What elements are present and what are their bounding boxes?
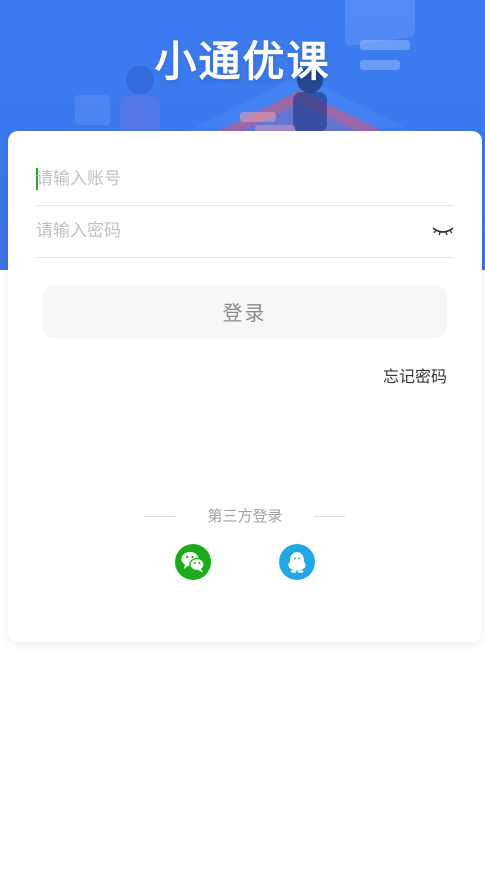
password-input[interactable] (36, 215, 416, 247)
third-party-login-divider: 第三方登录 (8, 505, 482, 529)
password-field (36, 205, 454, 258)
divider-line-right (314, 516, 345, 517)
third-party-login-label: 第三方登录 (207, 507, 283, 525)
wechat-icon (181, 552, 205, 573)
account-field (36, 153, 454, 206)
qq-login-button[interactable] (279, 544, 315, 580)
wechat-login-button[interactable] (175, 544, 211, 580)
account-input[interactable] (36, 163, 416, 195)
forgot-password-link[interactable]: 忘记密码 (383, 363, 447, 387)
eye-closed-icon[interactable] (432, 221, 454, 239)
login-card: 登录 忘记密码 第三方登录 (8, 131, 482, 642)
qq-icon (288, 552, 306, 573)
app-title: 小通优课 (154, 37, 331, 86)
login-button[interactable]: 登录 (42, 285, 447, 338)
